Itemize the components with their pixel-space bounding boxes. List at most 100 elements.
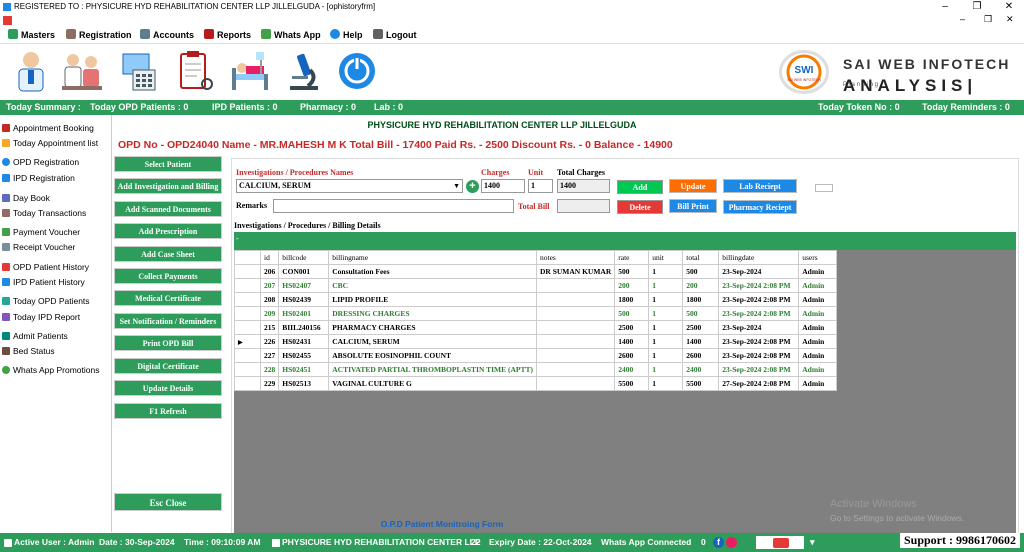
cell-billcode[interactable]: CON001 [278,264,330,279]
collect-payments-button[interactable]: Collect Payments [114,268,222,284]
menu-accounts[interactable]: Accounts [140,29,194,42]
table-row[interactable]: 207 HS02407 CBC 200 1 200 23-Sep-2024 2:08 PM A… [234,278,838,293]
delete-button[interactable]: Delete [617,200,663,214]
table-row[interactable]: 206 CON001 Consultation Fees DR SUMAN KUMAR… [234,264,838,279]
cell-unit[interactable]: 1 [648,362,684,377]
row-header-cell[interactable] [234,292,261,307]
table-row[interactable]: ▶ 226 HS02431 CALCIUM, SERUM 1400 1 1400 23-Sep… [234,334,838,349]
cell-rate[interactable]: 1800 [614,292,650,307]
cell-total[interactable]: 1400 [682,334,720,349]
cell-users[interactable]: Admin [798,264,838,279]
cell-notes[interactable] [535,334,616,349]
cell-rate[interactable]: 200 [614,278,650,293]
cell-billingdate[interactable]: 23-Sep-2024 [718,264,800,279]
column-header-total[interactable]: total [682,250,720,265]
today-reminders[interactable]: Today Reminders : 0 [922,100,1010,115]
calculator-computer-icon[interactable] [117,48,161,94]
cell-id[interactable]: 229 [259,376,280,391]
select-patient-button[interactable]: Select Patient [114,156,222,172]
cell-billingname[interactable]: CALCIUM, SERUM [328,334,537,349]
cell-rate[interactable]: 500 [614,264,650,279]
cell-unit[interactable]: 1 [648,306,684,321]
row-header-cell[interactable] [234,264,261,279]
table-row[interactable]: 208 HS02439 LIPID PROFILE 1800 1 1800 23-Sep-2… [234,292,838,307]
cell-total[interactable]: 2500 [682,320,720,335]
cell-unit[interactable]: 1 [648,292,684,307]
cell-unit[interactable]: 1 [648,334,684,349]
cell-billingdate[interactable]: 27-Sep-2024 2:08 PM [718,376,800,391]
lab-receipt-button[interactable]: Lab Reciept [723,179,797,193]
column-header-id[interactable]: id [259,250,280,265]
cell-unit[interactable]: 1 [648,348,684,363]
chevron-down-icon[interactable]: ▾ [810,533,815,552]
cell-billcode[interactable]: HS02407 [278,278,330,293]
add-prescription-button[interactable]: Add Prescription [114,223,222,239]
cell-id[interactable]: 215 [259,320,280,335]
column-header-notes[interactable]: notes [535,250,616,265]
microscope-icon[interactable] [282,48,326,94]
column-header-rate[interactable]: rate [614,250,650,265]
cell-total[interactable]: 1800 [682,292,720,307]
sidebar-item-opd-registration[interactable]: OPD Registration [2,156,79,169]
mdi-minimize-button[interactable]: – [960,14,965,24]
cell-id[interactable]: 208 [259,292,280,307]
cell-users[interactable]: Admin [798,292,838,307]
cell-billingname[interactable]: CBC [328,278,537,293]
row-header-cell[interactable] [234,278,261,293]
cell-billingname[interactable]: ABSOLUTE EOSINOPHIL COUNT [328,348,537,363]
add-investigation-billing-button[interactable]: Add Investigation and Billing [114,178,222,194]
menu-reports[interactable]: Reports [204,29,251,42]
cell-billcode[interactable]: HS02513 [278,376,330,391]
f1-refresh-button[interactable]: F1 Refresh [114,403,222,419]
cell-users[interactable]: Admin [798,306,838,321]
lab-count[interactable]: Lab : 0 [374,100,403,115]
minimize-button[interactable]: – [930,0,960,14]
cell-billingdate[interactable]: 23-Sep-2024 2:08 PM [718,278,800,293]
investigation-select[interactable]: CALCIUM, SERUM ▼ [236,179,463,193]
cell-total[interactable]: 2400 [682,362,720,377]
pharmacy-receipt-button[interactable]: Pharmacy Reciept [723,200,797,214]
sidebar-item-today-appointment-list[interactable]: Today Appointment list [2,137,98,150]
cell-users[interactable]: Admin [798,278,838,293]
cell-rate[interactable]: 2400 [614,362,650,377]
cell-users[interactable]: Admin [798,334,838,349]
menu-whats-app[interactable]: Whats App [261,29,321,42]
hospital-bed-icon[interactable] [228,48,272,94]
table-row[interactable]: 215 BIIL240156 PHARMACY CHARGES 2500 1 2500 23… [234,320,838,335]
facebook-icon[interactable]: f [713,537,724,548]
cell-users[interactable]: Admin [798,320,838,335]
cell-billingname[interactable]: PHARMACY CHARGES [328,320,537,335]
cell-notes[interactable] [535,320,616,335]
cell-billcode[interactable]: HS02451 [278,362,330,377]
cell-total[interactable]: 500 [682,264,720,279]
cell-unit[interactable]: 1 [648,376,684,391]
add-button[interactable]: Add [617,180,663,194]
cell-id[interactable]: 227 [259,348,280,363]
power-icon[interactable] [337,48,377,94]
menu-registration[interactable]: Registration [66,29,132,42]
update-button[interactable]: Update [669,179,717,193]
cell-billingname[interactable]: Consultation Fees [328,264,537,279]
cell-billcode[interactable]: HS02401 [278,306,330,321]
cell-notes[interactable] [535,306,616,321]
instagram-icon[interactable] [726,537,737,548]
youtube-icon[interactable] [773,538,789,548]
cell-rate[interactable]: 2500 [614,320,650,335]
total-bill-input[interactable] [557,199,610,213]
esc-close-button[interactable]: Esc Close [114,493,222,511]
cell-id[interactable]: 226 [259,334,280,349]
cell-users[interactable]: Admin [798,348,838,363]
row-header-cell[interactable] [234,320,261,335]
cell-billingdate[interactable]: 23-Sep-2024 [718,320,800,335]
sidebar-item-today-transactions[interactable]: Today Transactions [2,207,86,220]
cell-id[interactable]: 228 [259,362,280,377]
cell-billingdate[interactable]: 23-Sep-2024 2:08 PM [718,334,800,349]
cell-rate[interactable]: 1400 [614,334,650,349]
row-header-cell[interactable] [234,362,261,377]
cell-billingname[interactable]: ACTIVATED PARTIAL THROMBOPLASTIN TIME (A… [328,362,537,377]
remarks-input[interactable] [273,199,514,213]
menu-masters[interactable]: Masters [8,29,55,42]
cell-total[interactable]: 5500 [682,376,720,391]
column-header-billingdate[interactable]: billingdate [718,250,800,265]
cell-rate[interactable]: 5500 [614,376,650,391]
